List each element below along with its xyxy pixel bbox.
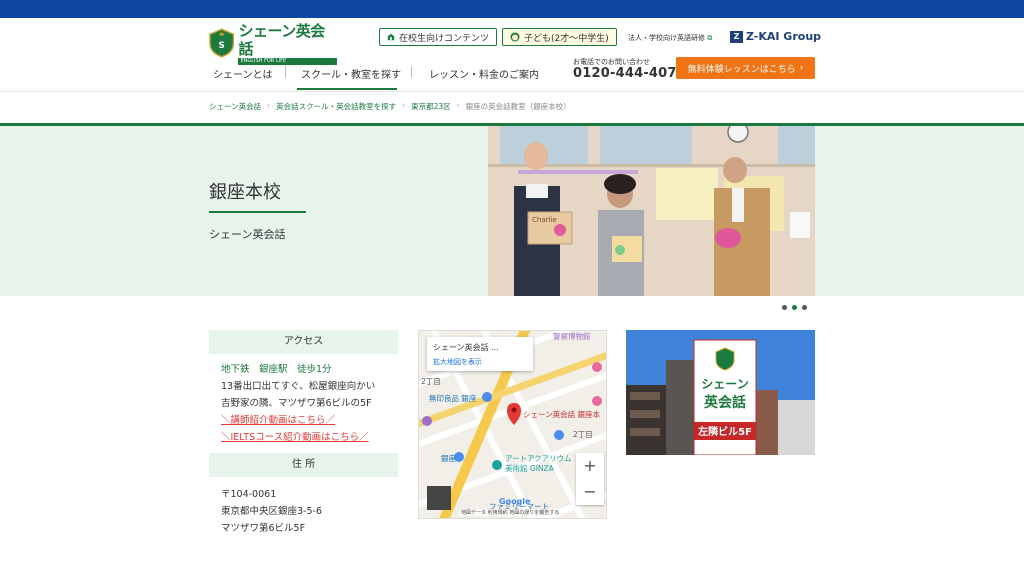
- kids-link-label: 子ども(2才〜中学生): [524, 33, 609, 44]
- map-poi-art-aquarium-2: 美術館 GINZA: [505, 464, 554, 473]
- logo-text: シェーン英会話: [238, 21, 325, 58]
- map-info-card: シェーン英会話 ... 拡大地図を表示: [427, 337, 533, 371]
- student-content-label: 在校生向けコンテンツ: [398, 33, 489, 44]
- map-area-label-2: 2丁目: [573, 430, 593, 439]
- carousel-dot[interactable]: [802, 305, 807, 310]
- top-blue-bar: [0, 0, 1024, 18]
- access-heading: アクセス: [209, 330, 398, 354]
- student-content-link[interactable]: 在校生向けコンテンツ: [379, 28, 497, 46]
- chevron-right-icon: ›: [799, 63, 804, 73]
- google-logo: Google: [499, 497, 531, 506]
- map-pin-label: シェーン英会話 銀座本: [523, 410, 601, 419]
- building-photo: シェーン 英会話 左隣ビル5F: [626, 330, 815, 455]
- zkai-group-label: Z-KAI Group: [746, 30, 822, 43]
- nav-divider: [285, 66, 286, 78]
- access-exit: 13番出口出てすぐ、松屋銀座向かい: [221, 381, 376, 392]
- free-trial-button[interactable]: 無料体験レッスンはこちら ›: [676, 57, 815, 79]
- map-poi-muji: 無印良品 銀座: [429, 394, 477, 403]
- teacher-video-link[interactable]: ＼講師紹介動画はこちら／: [221, 412, 335, 426]
- external-link-icon: ⧉: [707, 34, 713, 42]
- nav-lessons-fees[interactable]: レッスン・料金のご案内: [429, 66, 539, 81]
- building-sign-line2: 英会話: [703, 394, 746, 411]
- map-report-link[interactable]: 地図の誤りを報告する: [509, 510, 559, 516]
- address-zip: 〒104-0061: [221, 489, 277, 500]
- nav-about[interactable]: シェーンとは: [213, 66, 273, 81]
- access-building: 吉野家の隣、マツザワ第6ビルの5F: [221, 398, 372, 409]
- zoom-in-button[interactable]: +: [576, 453, 604, 479]
- breadcrumb-tokyo23[interactable]: 東京都23区: [411, 101, 451, 112]
- photo-sign-text: Charlie: [532, 216, 557, 224]
- carousel-dot-active[interactable]: [792, 305, 797, 310]
- phone-number[interactable]: 0120-444-407: [573, 66, 677, 81]
- carousel-dot[interactable]: [782, 305, 787, 310]
- page-subtitle: シェーン英会話: [209, 228, 286, 241]
- nav-divider: [411, 66, 412, 78]
- address-line1: 東京都中央区銀座3-5-6: [221, 506, 322, 517]
- zkai-group-logo[interactable]: Z Z-KAI Group: [730, 30, 821, 43]
- teachers-illustration: Charlie: [488, 126, 815, 296]
- building-sign-floor: 左隣ビル5F: [697, 425, 752, 438]
- header-border: [0, 91, 1024, 92]
- zkai-mark-icon: Z: [730, 30, 743, 43]
- title-underline: [209, 211, 306, 213]
- map-attribution: 地図データ 利用規約 地図の誤りを報告する: [459, 509, 562, 516]
- breadcrumb-find-school[interactable]: 英会話スクール・英会話教室を探す: [276, 101, 396, 112]
- breadcrumb: シェーン英会話 › 英会話スクール・英会話教室を探す › 東京都23区 › 銀座…: [209, 101, 571, 112]
- map-area-label: 2丁目: [421, 377, 441, 386]
- corporate-link-label: 法人・学校向け英語研修: [628, 34, 705, 42]
- logo-tagline: ENGLISH FOR LIFE: [238, 57, 337, 65]
- site-logo[interactable]: S シェーン英会話 ENGLISH FOR LIFE: [209, 22, 337, 65]
- zoom-out-button[interactable]: −: [576, 479, 604, 505]
- access-station: 地下鉄 銀座駅 徒歩1分: [221, 364, 332, 375]
- map-card-title: シェーン英会話 ...: [433, 343, 499, 352]
- breadcrumb-current: 銀座の英会話教室（銀座本校）: [465, 102, 571, 111]
- free-trial-label: 無料体験レッスンはこちら: [687, 64, 796, 75]
- map-zoom-controls: + −: [576, 453, 604, 505]
- map-poi-police-museum: 警察博物館: [553, 332, 591, 341]
- address-line2: マツザワ第6ビル5F: [221, 523, 306, 534]
- enlarge-map-link[interactable]: 拡大地図を表示: [433, 357, 527, 367]
- map-terms-link[interactable]: 利用規約: [488, 510, 508, 516]
- chevron-right-icon: ›: [267, 101, 271, 110]
- chevron-right-icon: ›: [456, 101, 460, 110]
- child-face-icon: [510, 32, 520, 42]
- shield-logo-icon: S: [209, 28, 235, 58]
- map-data-link[interactable]: 地図データ: [461, 510, 486, 516]
- kids-link[interactable]: 子ども(2才〜中学生): [502, 28, 617, 46]
- hero-photo-teachers: Charlie: [488, 126, 815, 296]
- nav-active-indicator: [297, 88, 397, 90]
- building-illustration: シェーン 英会話 左隣ビル5F: [626, 330, 815, 455]
- google-map[interactable]: シェーン英会話 ... 拡大地図を表示 警察博物館 2丁目 無印良品 銀座 シェ…: [418, 330, 607, 519]
- chevron-right-icon: ›: [402, 101, 406, 110]
- svg-text:S: S: [219, 41, 225, 51]
- carousel-dots: [782, 305, 807, 310]
- building-sign-line1: シェーン: [701, 377, 748, 391]
- address-heading: 住 所: [209, 453, 398, 477]
- corporate-link[interactable]: 法人・学校向け英語研修 ⧉: [628, 33, 712, 43]
- page-title: 銀座本校: [209, 182, 281, 203]
- ielts-video-link[interactable]: ＼IELTSコース紹介動画はこちら／: [221, 429, 369, 443]
- map-station-label: 銀座: [441, 454, 456, 463]
- nav-find-school[interactable]: スクール・教室を探す: [301, 66, 401, 81]
- breadcrumb-home[interactable]: シェーン英会話: [209, 101, 261, 112]
- school-icon: [387, 33, 395, 41]
